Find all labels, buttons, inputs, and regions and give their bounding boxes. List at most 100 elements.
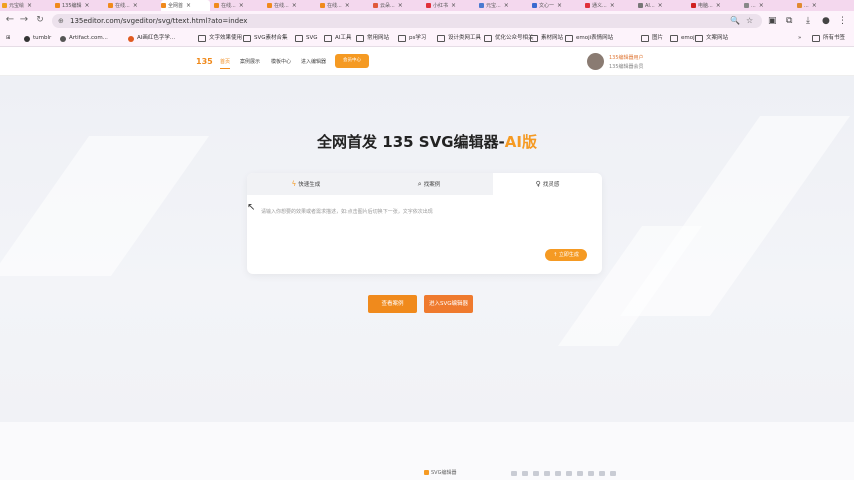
forward-icon[interactable]: → [18,14,30,26]
prompt-input[interactable]: 请输入你想要的效果或者需求描述，如:点击图片后切换下一张，文字依次出现 [261,208,433,215]
browser-tab[interactable]: 电脑... × [691,0,740,11]
nav-cases[interactable]: 案例展示 [240,58,260,66]
tab-favicon-icon [373,3,378,8]
bookmark-item[interactable]: 常用网站 [356,34,389,43]
close-tab-icon[interactable]: × [759,2,764,9]
browser-tab[interactable]: 在线... × [267,0,316,11]
menu-icon[interactable]: ⋮ [838,15,847,27]
bookmark-item[interactable]: AI画红色字学... [128,34,175,43]
bookmark-favicon-icon [128,35,134,42]
bookmark-item[interactable]: Artifact.com... [60,34,108,43]
nav-editor[interactable]: 进入编辑器 [301,58,326,66]
browser-tab[interactable]: 在线... × [214,0,263,11]
close-tab-icon[interactable]: × [85,2,90,9]
tray-icon[interactable] [599,471,605,476]
extension-icon[interactable]: ▣ [768,15,777,27]
bookmark-item[interactable]: emoji表情网站 [565,34,613,43]
bookmark-item[interactable]: 设计类网工具 [437,34,481,43]
close-tab-icon[interactable]: × [610,2,615,9]
close-tab-icon[interactable]: × [658,2,663,9]
user-name[interactable]: 135编辑器用户 [609,54,644,61]
tab-quick-generate[interactable]: ϟ 快速生成 [247,173,365,195]
tray-icon[interactable] [588,471,594,476]
browser-tab[interactable]: 通义... × [585,0,634,11]
bookmark-item[interactable]: 素材网站 [530,34,563,43]
browser-tab[interactable]: 在线... × [108,0,157,11]
avatar[interactable] [587,53,604,70]
browser-tab[interactable]: ... × [797,0,846,11]
tab-favicon-icon [320,3,325,8]
bookmark-item[interactable]: emoji [670,34,696,43]
browser-tab[interactable]: 135编辑 × [55,0,104,11]
site-logo[interactable]: 135 [196,57,213,66]
browser-tab[interactable]: 全网首 × [161,0,210,11]
enter-svg-editor-button[interactable]: 进入SVG编辑器 [424,295,473,313]
tab-find-inspiration[interactable]: ♀ 找灵感 [493,173,602,195]
bookmark-item[interactable]: 文字效果使用 [198,34,242,43]
all-bookmarks[interactable]: 所有书签 [812,34,845,43]
bookmark-item[interactable]: 文案网站 [695,34,728,43]
bookmark-star-icon[interactable]: ☆ [746,14,753,28]
puzzle-icon[interactable]: ⧉ [786,15,792,27]
tray-icon[interactable] [511,471,517,476]
more-bookmarks-icon[interactable]: » [798,34,801,43]
tray-icon[interactable] [522,471,528,476]
browser-tab[interactable]: AI... × [638,0,687,11]
close-tab-icon[interactable]: × [239,2,244,9]
background-decoration [0,136,210,276]
browser-tab[interactable]: 小红书 × [426,0,475,11]
site-info-icon[interactable]: ⊕ [58,14,64,28]
profile-icon[interactable]: ● [822,15,830,27]
folder-icon [641,35,649,42]
back-icon[interactable]: ← [4,14,16,26]
tab-favicon-icon [426,3,431,8]
tray-icon[interactable] [544,471,550,476]
member-center-button[interactable]: 会员中心 [335,54,369,68]
close-tab-icon[interactable]: × [504,2,509,9]
close-tab-icon[interactable]: × [133,2,138,9]
browser-tab[interactable]: 元宝... × [479,0,528,11]
bookmark-label: 文字效果使用 [209,35,243,41]
close-tab-icon[interactable]: × [345,2,350,9]
tray-icon[interactable] [610,471,616,476]
close-tab-icon[interactable]: × [186,2,191,9]
bookmark-item[interactable]: AI工具 [324,34,351,43]
close-tab-icon[interactable]: × [557,2,562,9]
apps-grid-icon[interactable]: ⊞ [6,34,11,43]
bookmark-item[interactable]: tumblr [24,34,51,43]
close-tab-icon[interactable]: × [716,2,721,9]
tab-favicon-icon [638,3,643,8]
close-tab-icon[interactable]: × [27,2,32,9]
nav-templates[interactable]: 模板中心 [271,58,291,66]
taskbar-app[interactable]: SVG编辑器 [424,469,456,476]
view-cases-button[interactable]: 查看案例 [368,295,417,313]
browser-tab[interactable]: 文心一 × [532,0,581,11]
close-tab-icon[interactable]: × [398,2,403,9]
bookmark-item[interactable]: 优化公众号相关 [484,34,534,43]
browser-tab[interactable]: 在线... × [320,0,369,11]
close-tab-icon[interactable]: × [292,2,297,9]
bookmark-item[interactable]: SVG素材合集 [243,34,288,43]
tray-icon[interactable] [577,471,583,476]
address-bar[interactable]: ⊕ 135editor.com/svgeditor/svg/ttext.html… [52,14,762,28]
download-icon[interactable]: ⤓ [806,15,810,27]
folder-icon [243,35,251,42]
browser-tab[interactable]: 云朵... × [373,0,422,11]
close-tab-icon[interactable]: × [812,2,817,9]
generate-button[interactable]: ↑ 立即生成 [545,249,587,261]
tray-icon[interactable] [533,471,539,476]
zoom-icon[interactable]: 🔍 [730,14,740,28]
tab-find-cases[interactable]: ⌕ 找案例 [365,173,493,195]
reload-icon[interactable]: ↻ [34,14,46,26]
tray-icon[interactable] [566,471,572,476]
tab-label: ... [804,2,809,9]
bookmark-item[interactable]: SVG [295,34,318,43]
taskbar-tray [511,471,616,476]
bookmark-item[interactable]: 图片 [641,34,663,43]
tray-icon[interactable] [555,471,561,476]
nav-home[interactable]: 首页 [220,58,231,69]
bookmark-item[interactable]: ps学习 [398,34,426,43]
browser-tab[interactable]: ... × [744,0,793,11]
browser-tab[interactable]: 元宝绘 × [2,0,51,11]
close-tab-icon[interactable]: × [451,2,456,9]
